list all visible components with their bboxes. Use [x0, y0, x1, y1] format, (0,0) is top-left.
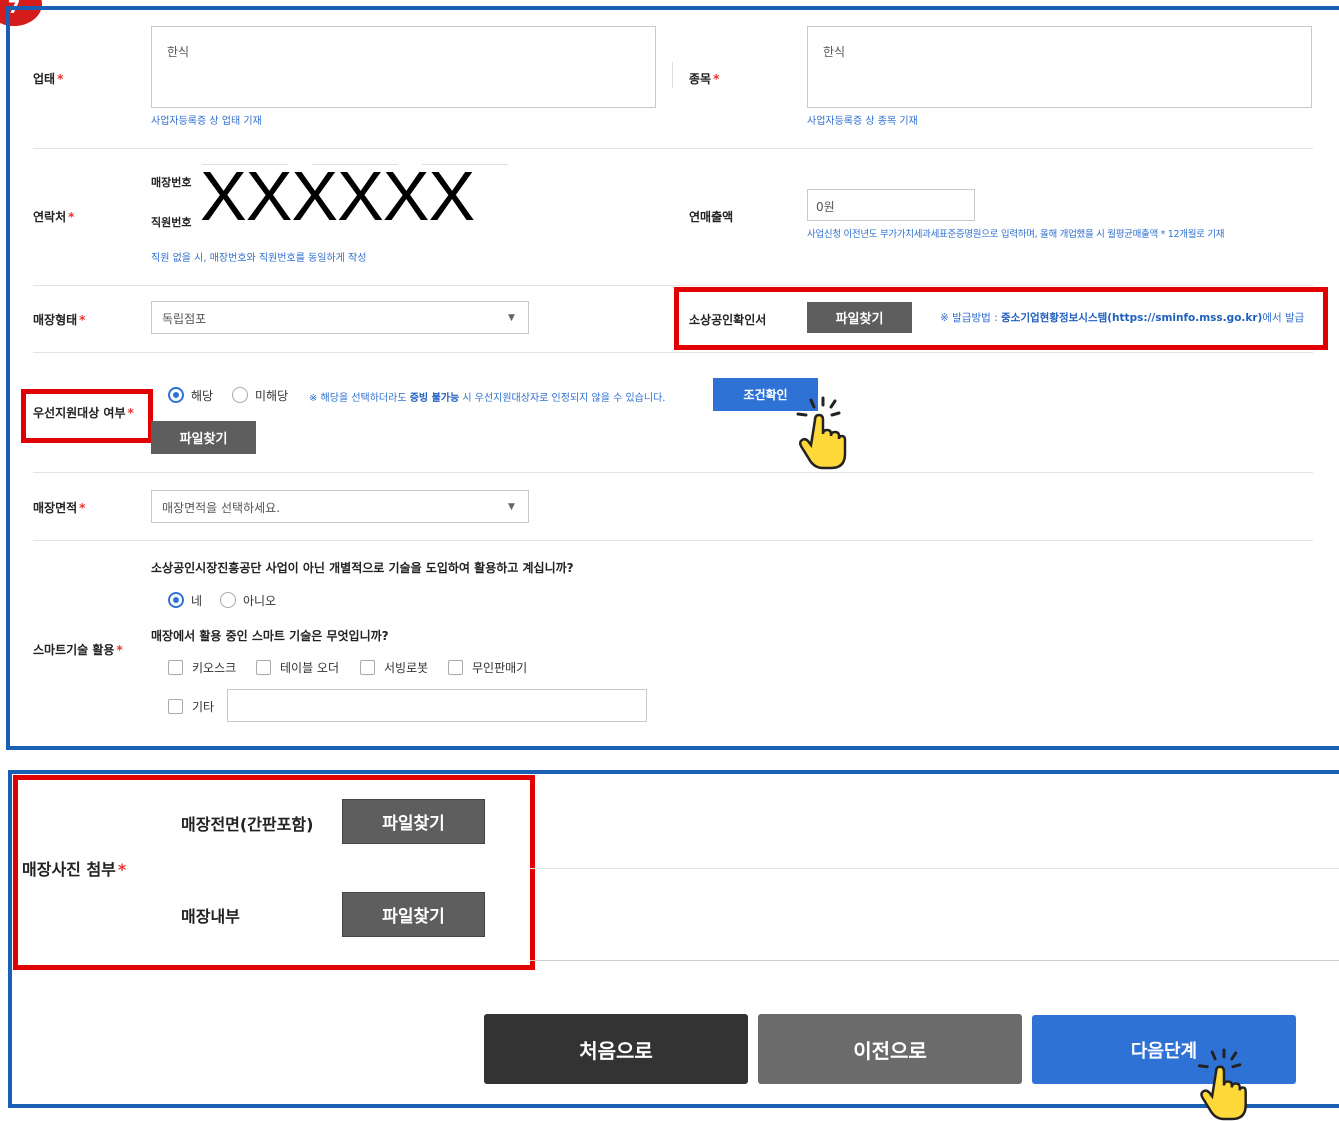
chevron-down-icon: ▼ [508, 313, 515, 323]
row-divider [33, 472, 1313, 473]
annual-sales-input[interactable]: 0원 [807, 189, 975, 221]
serving-robot-checkbox[interactable] [360, 660, 375, 675]
priority-note: ※ 해당을 선택하더라도 증빙 불가능 시 우선지원대상자로 인정되지 않을 수… [309, 393, 666, 404]
serving-robot-label: 서빙로봇 [384, 661, 429, 675]
business-type-hint: 사업자등록증 상 업태 기재 [151, 116, 262, 127]
annual-sales-label: 연매출액 [689, 210, 734, 224]
other-label: 기타 [192, 700, 215, 714]
smart-tech-yes-radio[interactable] [168, 592, 184, 608]
contact-label: 연락처 * [33, 210, 75, 224]
row-divider [33, 540, 1313, 541]
smart-tech-question-2: 매장에서 활용 중인 스마트 기술은 무엇입니까? [151, 629, 389, 643]
priority-label: 우선지원대상 여부 * [33, 406, 134, 420]
store-inside-label: 매장내부 [181, 907, 240, 926]
priority-yes-label: 해당 [191, 389, 214, 403]
business-item-label: 종목 * [689, 72, 720, 86]
vending-machine-checkbox[interactable] [448, 660, 463, 675]
business-type-input[interactable]: 한식 [151, 26, 656, 108]
sminfo-link[interactable]: 중소기업현황정보시스템(https://sminfo.mss.go.kr) [1001, 312, 1262, 324]
small-biz-cert-label: 소상공인확인서 [689, 313, 767, 327]
masked-phone-value: XXXXXX [200, 157, 475, 235]
store-front-label: 매장전면(간판포함) [181, 815, 314, 834]
chevron-down-icon: ▼ [508, 502, 515, 512]
store-area-label: 매장면적 * [33, 501, 86, 515]
previous-button[interactable]: 이전으로 [758, 1014, 1022, 1084]
priority-yes-radio[interactable] [168, 387, 184, 403]
smart-tech-label: 스마트기술 활용 * [33, 643, 123, 657]
priority-no-radio[interactable] [232, 387, 248, 403]
smart-tech-question-1: 소상공인시장진흥공단 사업이 아닌 개별적으로 기술을 도입하여 활용하고 계십… [151, 561, 574, 575]
priority-file-button[interactable]: 파일찾기 [151, 421, 256, 454]
photo-attach-label: 매장사진 첨부 * [22, 860, 127, 879]
contact-hint: 직원 없을 시, 매장번호와 직원번호를 동일하게 작성 [151, 253, 367, 264]
smart-tech-no-radio[interactable] [220, 592, 236, 608]
pointer-hand-icon [796, 396, 847, 470]
table-order-label: 테이블 오더 [280, 661, 340, 675]
row-divider [530, 960, 1339, 961]
staff-phone-label: 직원번호 [151, 216, 192, 229]
store-type-select[interactable]: 독립점포 [151, 301, 529, 334]
row-divider [33, 148, 1313, 149]
kiosk-label: 키오스크 [192, 661, 237, 675]
business-item-input[interactable]: 한식 [807, 26, 1312, 108]
store-phone-label: 매장번호 [151, 176, 192, 189]
smart-tech-no-label: 아니오 [243, 594, 277, 608]
row-divider [530, 868, 1339, 869]
priority-no-label: 미해당 [255, 389, 289, 403]
smart-tech-yes-label: 네 [191, 594, 203, 608]
business-type-label: 업태 * [33, 72, 64, 86]
column-divider [672, 62, 673, 88]
business-item-hint: 사업자등록증 상 종목 기재 [807, 116, 918, 127]
store-front-file-button[interactable]: 파일찾기 [342, 799, 485, 844]
annual-sales-hint: 사업신청 이전년도 부가가치세과세표준증명원으로 입력하며, 올해 개업했을 시… [807, 229, 1225, 240]
small-biz-cert-note: ※ 발급방법 : 중소기업현황정보시스템(https://sminfo.mss.… [940, 312, 1305, 324]
other-text-input[interactable] [227, 689, 647, 722]
other-checkbox[interactable] [168, 699, 183, 714]
store-area-select[interactable]: 매장면적을 선택하세요. [151, 490, 529, 523]
store-inside-file-button[interactable]: 파일찾기 [342, 892, 485, 937]
pointer-hand-icon [1197, 1048, 1247, 1121]
go-first-button[interactable]: 처음으로 [484, 1014, 748, 1084]
store-type-label: 매장형태 * [33, 313, 86, 327]
masked-phone-fields[interactable]: XXXXXX [200, 158, 508, 234]
next-step-button[interactable]: 다음단계 [1032, 1015, 1296, 1084]
kiosk-checkbox[interactable] [168, 660, 183, 675]
table-order-checkbox[interactable] [256, 660, 271, 675]
row-divider [33, 352, 1313, 353]
small-biz-cert-file-button[interactable]: 파일찾기 [807, 302, 912, 333]
vending-machine-label: 무인판매기 [472, 661, 528, 675]
row-divider [33, 285, 1313, 286]
